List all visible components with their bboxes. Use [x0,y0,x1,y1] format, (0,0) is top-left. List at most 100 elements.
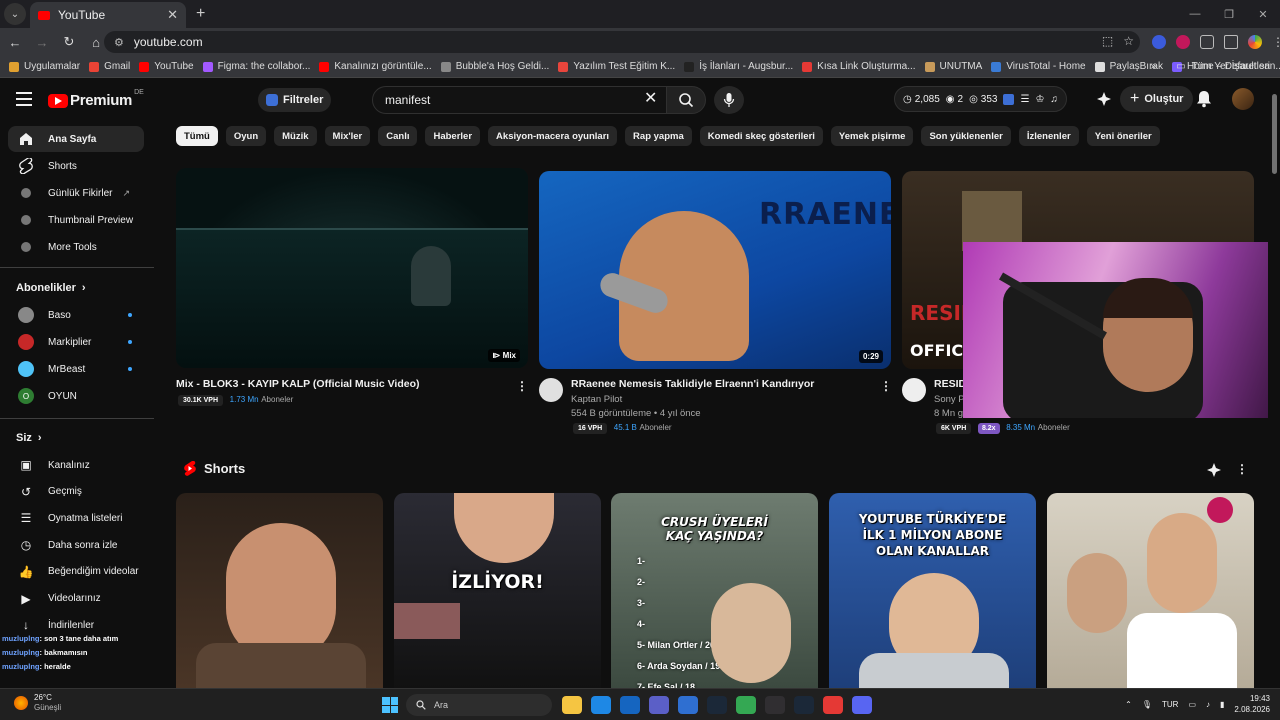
profile-icon[interactable] [1248,35,1262,49]
short-card-4[interactable]: YOUTUBE TÜRKİYE'DE İLK 1 MİLYON ABONE OL… [829,493,1036,688]
shorts-menu-icon[interactable]: ⋮ [1236,462,1248,476]
you-heading[interactable]: Siz › [16,432,42,444]
battery-icon[interactable]: ▮ [1220,700,1224,709]
teams-icon[interactable] [649,696,669,714]
site-info-icon[interactable]: ⚙ [114,36,124,49]
short-card-1[interactable] [176,493,383,688]
bookmark-item[interactable]: YouTube [139,61,194,72]
taskbar-clock[interactable]: 19:43 2.08.2026 [1234,693,1270,715]
bookmark-item[interactable]: İş İlanları - Augsbur... [684,61,793,72]
filters-button[interactable]: Filtreler [258,88,332,112]
chip-filter[interactable]: Tümü [176,126,218,146]
chip-filter[interactable]: Yeni öneriler [1086,126,1160,146]
sidebar-item-watch-later[interactable]: ◷ Daha sonra izle [8,532,144,558]
weather-widget[interactable]: 26°C Güneşli [14,693,61,713]
sidebar-item-liked[interactable]: 👍 Beğendiğim videolar [8,559,144,585]
video-menu-1-icon[interactable]: ⋮ [516,379,528,393]
video-title-2[interactable]: RRaenee Nemesis Taklidiyle Elraenn'i Kan… [571,378,814,390]
chip-filter[interactable]: Yemek pişirme [830,126,914,146]
video-thumbnail-2[interactable]: RRAENE 0:29 [539,171,891,369]
video-title-1[interactable]: Mix - BLOK3 - KAYIP KALP (Official Music… [176,378,420,390]
search-input[interactable]: manifest [372,86,668,114]
video-menu-2-icon[interactable]: ⋮ [880,379,892,393]
mic-tray-icon[interactable]: 🎙 [1142,700,1152,709]
reload-icon[interactable]: ↻ [57,34,81,50]
channel-avatar-2[interactable] [539,378,563,402]
back-icon[interactable]: ← [3,35,27,50]
hamburger-menu-icon[interactable] [16,92,32,106]
language-indicator[interactable]: TUR [1162,700,1178,709]
network-icon[interactable]: ▭ [1188,700,1196,709]
video-thumbnail-1[interactable]: ⧐ Mix [176,168,528,368]
sidebar-item-home[interactable]: Ana Sayfa [8,126,144,152]
menu-dots-icon[interactable]: ⋮ [1272,35,1280,49]
channel-name-3[interactable]: Sony P [934,394,965,405]
forward-icon[interactable]: → [30,35,54,50]
extensions-puzzle-icon[interactable] [1200,35,1214,49]
bookmark-item[interactable]: VirusTotal - Home [991,61,1086,72]
account-avatar[interactable] [1232,88,1254,110]
chip-filter[interactable]: İzlenenler [1018,126,1079,146]
chip-filter[interactable]: Müzik [274,126,317,146]
bookmark-item[interactable]: Gmail [89,61,130,72]
tab-search-icon[interactable]: ⌄ [4,3,26,25]
chip-filter[interactable]: Son yüklenenler [921,126,1011,146]
bookmark-item[interactable]: Uygulamalar [9,61,80,72]
volume-icon[interactable]: ♪ [1206,700,1210,709]
bookmark-star-icon[interactable]: ☆ [1123,34,1134,48]
chip-filter[interactable]: Komedi skeç gösterileri [699,126,823,146]
page-scrollbar[interactable] [1268,78,1280,688]
sidebar-item-ideas[interactable]: Günlük Fikirler ↗ [8,180,144,206]
maximize-icon[interactable]: ❐ [1212,0,1246,28]
subscription-item[interactable]: O OYUN [8,383,144,409]
store-icon[interactable] [678,696,698,714]
extension-2-icon[interactable] [1176,35,1190,49]
bookmark-item[interactable]: Bubble'a Hoş Geldi... [440,61,549,72]
short-card-5[interactable] [1047,493,1254,688]
explorer-icon[interactable] [562,696,582,714]
obs-icon[interactable] [765,696,785,714]
sidebar-item-tools[interactable]: More Tools [8,234,144,260]
vidiq-icon[interactable] [1003,93,1015,105]
sidebar-item-preview[interactable]: Thumbnail Preview [8,207,144,233]
bookmark-item[interactable]: Kısa Link Oluşturma... [802,61,916,72]
install-app-icon[interactable]: ⬚ [1102,34,1113,48]
steam2-icon[interactable] [794,696,814,714]
sidebar-item-channel[interactable]: ▣ Kanalınız [8,452,144,478]
tray-chevron-icon[interactable]: ⌃ [1125,700,1132,709]
channel-name-2[interactable]: Kaptan Pilot [571,394,622,405]
chip-filter[interactable]: Canlı [378,126,418,146]
vidiq-stats[interactable]: ◷ 2,085 ◉ 2 ◎ 353 ☰ ♔ ♫ [894,86,1067,112]
subscriptions-heading[interactable]: Abonelikler › [16,282,86,294]
close-window-icon[interactable]: ✕ [1246,0,1280,28]
sidebar-item-your-videos[interactable]: ▶ Videolarınız [8,586,144,612]
taskbar-search[interactable]: Ara [406,694,552,716]
chip-filter[interactable]: Rap yapma [625,126,692,146]
extension-1-icon[interactable] [1152,35,1166,49]
discord-icon[interactable] [852,696,872,714]
search-button[interactable] [666,86,706,114]
chip-filter[interactable]: Haberler [425,126,481,146]
outlook-icon[interactable] [620,696,640,714]
sidebar-item-playlists[interactable]: ☰ Oynatma listeleri [8,505,144,531]
voice-search-button[interactable] [714,86,744,114]
chevron-right-icon[interactable]: » [1151,61,1157,72]
sidepanel-icon[interactable] [1224,35,1238,49]
sidebar-item-history[interactable]: ↺ Geçmiş [8,479,144,505]
new-tab-icon[interactable]: + [196,5,205,23]
browser-tab[interactable]: YouTube ✕ [30,2,186,28]
chip-filter[interactable]: Mix'ler [324,126,371,146]
app-red-icon[interactable] [823,696,843,714]
tab-close-icon[interactable]: ✕ [167,7,178,23]
shorts-sparkle-icon[interactable] [1206,462,1222,483]
chrome-icon[interactable] [736,696,756,714]
chip-filter[interactable]: Aksiyon-macera oyunları [488,126,618,146]
channel-avatar-3[interactable] [902,378,926,402]
video-title-3[interactable]: RESID [934,378,966,390]
subscription-item[interactable]: Markiplier [8,329,144,355]
subscription-item[interactable]: MrBeast [8,356,144,382]
create-button[interactable]: + Oluştur [1120,86,1194,112]
steam-icon[interactable] [707,696,727,714]
list-icon[interactable]: ☰ [1020,94,1029,105]
url-bar[interactable]: ⚙ youtube.com ⬚ ☆ [104,31,1140,53]
